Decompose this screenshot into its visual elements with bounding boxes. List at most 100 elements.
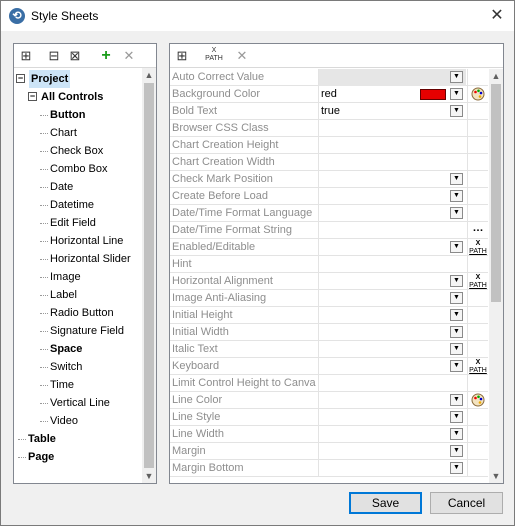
property-value[interactable] [318,273,466,290]
property-row[interactable]: Chart Creation Height [170,137,488,154]
collapse-icon[interactable]: − [28,92,37,101]
property-row[interactable]: Margin ▼ [170,443,488,460]
dropdown-arrow-icon[interactable]: ▼ [450,292,463,304]
property-value[interactable] [318,239,466,256]
property-row[interactable]: Line Style ▼ [170,409,488,426]
xpath-icon[interactable]: X PATH [203,47,225,65]
properties-scrollbar[interactable]: ▲ ▼ [489,69,503,483]
collapse-icon[interactable]: − [16,74,25,83]
dropdown-arrow-icon[interactable]: ▼ [450,207,463,219]
scroll-down-icon[interactable]: ▼ [489,469,503,483]
dropdown-arrow-icon[interactable]: ▼ [450,343,463,355]
property-row[interactable]: Create Before Load ▼ [170,188,488,205]
property-value[interactable] [318,222,466,239]
property-row[interactable]: Keyboard ▼ X PATH [170,358,488,375]
add-icon[interactable]: + [97,47,115,65]
scroll-up-icon[interactable]: ▲ [489,69,503,83]
add-sibling-icon[interactable]: ⊠ [66,47,84,65]
property-row[interactable]: Line Color ▼ [170,392,488,409]
property-row[interactable]: Chart Creation Width [170,154,488,171]
dropdown-arrow-icon[interactable]: ▼ [450,88,463,100]
property-value[interactable] [318,205,466,222]
dropdown-arrow-icon[interactable]: ▼ [450,275,463,287]
property-value[interactable] [318,426,466,443]
delete-icon[interactable]: ✕ [233,47,251,65]
dropdown-arrow-icon[interactable]: ▼ [450,360,463,372]
tree-scroll-thumb[interactable] [144,83,154,468]
properties-scroll-thumb[interactable] [491,84,501,302]
property-value[interactable] [318,392,466,409]
property-value[interactable] [318,358,466,375]
delete-icon[interactable]: ✕ [120,47,138,65]
property-value[interactable] [318,375,466,392]
property-row[interactable]: Check Mark Position ▼ [170,171,488,188]
tree-structure-icon[interactable]: ⊞ [17,47,35,65]
property-row[interactable]: Limit Control Height to Canvas [170,375,488,392]
dropdown-arrow-icon[interactable]: ▼ [450,428,463,440]
ellipsis-icon[interactable]: … [467,222,488,239]
tree-structure-icon[interactable]: ⊞ [173,47,191,65]
dropdown-arrow-icon[interactable]: ▼ [450,173,463,185]
property-value[interactable] [318,188,466,205]
property-row[interactable]: Bold Text true ▼ [170,103,488,120]
property-value[interactable]: true [318,103,466,120]
tree-connector [40,367,48,368]
title-bar: ⟲ Style Sheets ✕ [1,1,514,31]
property-row[interactable]: Italic Text ▼ [170,341,488,358]
property-value[interactable] [318,341,466,358]
property-value[interactable] [318,171,466,188]
dropdown-arrow-icon[interactable]: ▼ [450,462,463,474]
property-row[interactable]: Browser CSS Class [170,120,488,137]
property-value[interactable] [318,443,466,460]
dropdown-arrow-icon[interactable]: ▼ [450,445,463,457]
palette-icon[interactable] [467,392,488,409]
property-row[interactable]: Line Width ▼ [170,426,488,443]
save-button[interactable]: Save [349,492,422,514]
xpath-icon[interactable]: X PATH [467,239,488,256]
cancel-button[interactable]: Cancel [430,492,503,514]
property-row[interactable]: Margin Bottom ▼ [170,460,488,477]
tree-scrollbar[interactable]: ▲ ▼ [142,68,156,483]
property-value[interactable] [318,120,466,137]
property-value[interactable] [318,256,466,273]
dropdown-arrow-icon[interactable]: ▼ [450,241,463,253]
dropdown-arrow-icon[interactable]: ▼ [450,190,463,202]
property-value[interactable] [318,137,466,154]
tree-connector [40,349,48,350]
tree-connector [40,421,48,422]
property-value[interactable] [318,290,466,307]
dropdown-arrow-icon[interactable]: ▼ [450,326,463,338]
property-row[interactable]: Date/Time Format Language ▼ [170,205,488,222]
aux-cell [467,443,488,460]
add-child-icon[interactable]: ⊟ [45,47,63,65]
xpath-icon[interactable]: X PATH [467,358,488,375]
scroll-down-icon[interactable]: ▼ [142,469,156,483]
dropdown-arrow-icon[interactable]: ▼ [450,105,463,117]
property-name: Browser CSS Class [172,122,269,134]
property-value[interactable] [318,307,466,324]
dropdown-arrow-icon[interactable]: ▼ [450,309,463,321]
property-row[interactable]: Initial Width ▼ [170,324,488,341]
close-icon[interactable]: ✕ [480,1,514,31]
property-row[interactable]: Enabled/Editable ▼ X PATH [170,239,488,256]
property-row[interactable]: Initial Height ▼ [170,307,488,324]
property-value[interactable] [318,69,466,86]
property-row[interactable]: Background Color red ▼ [170,86,488,103]
dropdown-arrow-icon[interactable]: ▼ [450,394,463,406]
property-row[interactable]: Date/Time Format String… [170,222,488,239]
property-value[interactable] [318,324,466,341]
xpath-icon[interactable]: X PATH [467,273,488,290]
property-row[interactable]: Hint [170,256,488,273]
dropdown-arrow-icon[interactable]: ▼ [450,411,463,423]
property-value[interactable] [318,154,466,171]
property-row[interactable]: Auto Correct Value ▼ [170,69,488,86]
dropdown-arrow-icon[interactable]: ▼ [450,71,463,83]
property-value[interactable] [318,460,466,477]
tree-item-label: Label [50,289,77,301]
property-row[interactable]: Horizontal Alignment ▼ X PATH [170,273,488,290]
property-value[interactable] [318,409,466,426]
property-row[interactable]: Image Anti-Aliasing ▼ [170,290,488,307]
scroll-up-icon[interactable]: ▲ [142,68,156,82]
palette-icon[interactable] [467,86,488,103]
property-name: Background Color [172,88,261,100]
